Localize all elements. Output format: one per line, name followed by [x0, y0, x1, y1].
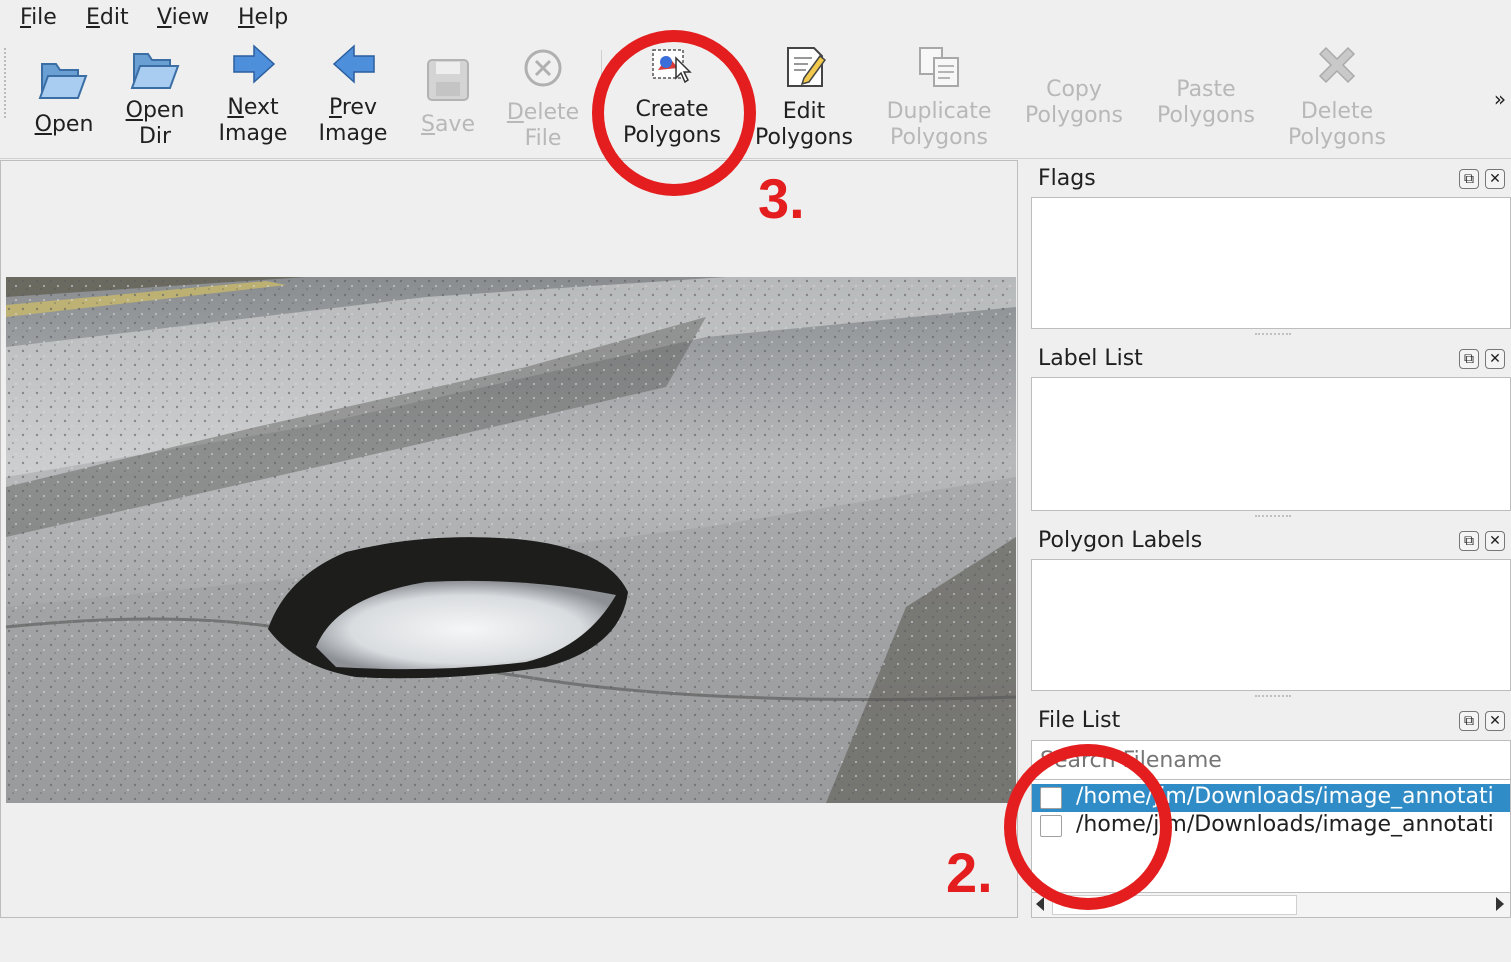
- file-path: /home/jim/Downloads/image_annotati: [1076, 784, 1494, 809]
- float-dock-icon[interactable]: ⧉: [1459, 711, 1479, 731]
- scrollbar-thumb[interactable]: [1052, 895, 1297, 915]
- toolbar-grip[interactable]: [4, 48, 10, 118]
- file-list-horizontal-scrollbar[interactable]: [1031, 892, 1511, 918]
- float-dock-icon[interactable]: ⧉: [1459, 349, 1479, 369]
- scroll-left-icon[interactable]: [1036, 897, 1044, 911]
- file-checkbox[interactable]: [1040, 787, 1062, 809]
- label-list[interactable]: [1031, 377, 1511, 511]
- file-path: /home/jim/Downloads/image_annotati: [1076, 812, 1494, 837]
- status-bar: [0, 920, 1511, 962]
- file-checkbox[interactable]: [1040, 815, 1062, 837]
- arrow-right-icon: [233, 44, 276, 84]
- polygon-labels-dock-controls: ⧉ ✕: [1459, 531, 1509, 553]
- dock-splitter[interactable]: [1255, 333, 1291, 339]
- menu-edit[interactable]: Edit: [86, 5, 129, 30]
- label-list-dock-controls: ⧉ ✕: [1459, 349, 1509, 371]
- close-dock-icon[interactable]: ✕: [1485, 349, 1505, 369]
- label-list-dock-title: Label List: [1038, 346, 1143, 371]
- file-list-dock-controls: ⧉ ✕: [1459, 711, 1509, 733]
- file-list-dock-title: File List: [1038, 708, 1121, 733]
- file-list-item[interactable]: /home/jim/Downloads/image_annotati: [1032, 812, 1510, 840]
- pothole-photo: [6, 277, 1016, 803]
- flags-list[interactable]: [1031, 197, 1511, 329]
- duplicate-icon: [919, 47, 959, 87]
- file-list-item[interactable]: /home/jim/Downloads/image_annotati: [1032, 784, 1510, 812]
- dock-splitter[interactable]: [1255, 515, 1291, 521]
- flags-dock-controls: ⧉ ✕: [1459, 169, 1509, 191]
- menu-bar: File Edit View Help: [0, 0, 1511, 38]
- search-filename-input[interactable]: [1031, 740, 1511, 780]
- close-dock-icon[interactable]: ✕: [1485, 711, 1505, 731]
- folder-open-icon: [130, 53, 180, 89]
- menu-file[interactable]: File: [20, 5, 57, 30]
- delete-x-icon: [1318, 46, 1356, 84]
- toolbar-overflow-button[interactable]: »: [1490, 86, 1510, 112]
- close-dock-icon[interactable]: ✕: [1485, 531, 1505, 551]
- polygon-labels-dock-title: Polygon Labels: [1038, 528, 1203, 553]
- save-icon: [427, 59, 469, 101]
- folder-open-icon: [38, 63, 88, 99]
- dock-splitter[interactable]: [1255, 695, 1291, 701]
- edit-note-icon: [787, 47, 826, 87]
- annotation-label-step2: 2.: [946, 841, 993, 904]
- float-dock-icon[interactable]: ⧉: [1459, 169, 1479, 189]
- arrow-left-icon: [332, 44, 375, 84]
- close-dock-icon[interactable]: ✕: [1485, 169, 1505, 189]
- scroll-right-icon[interactable]: [1496, 897, 1504, 911]
- annotation-label-step3: 3.: [758, 167, 805, 230]
- toolbar-separator: [601, 50, 602, 80]
- float-dock-icon[interactable]: ⧉: [1459, 531, 1479, 551]
- polygon-labels-list[interactable]: [1031, 559, 1511, 691]
- flags-dock-title: Flags: [1038, 166, 1096, 191]
- menu-view[interactable]: View: [157, 5, 209, 30]
- create-polygon-icon: [652, 49, 692, 84]
- menu-help[interactable]: Help: [238, 5, 288, 30]
- delete-circle-icon: [524, 49, 562, 87]
